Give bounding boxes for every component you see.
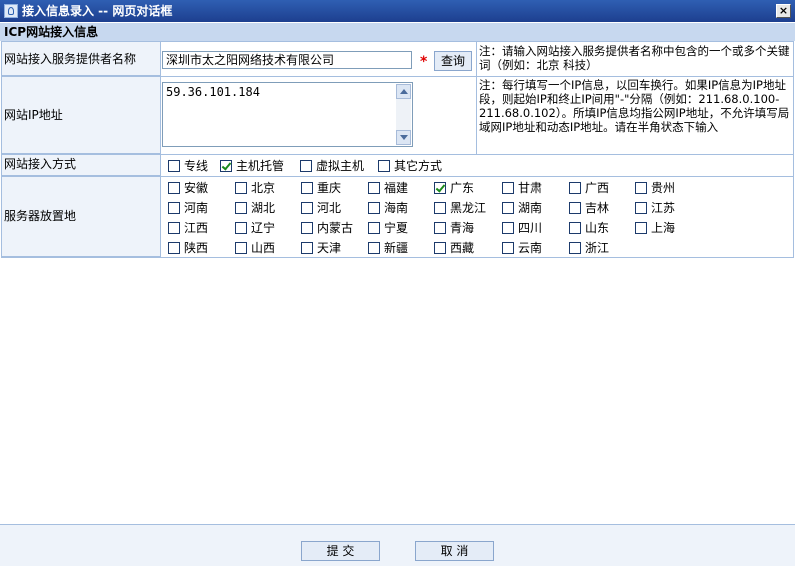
checkbox-unchecked[interactable]	[235, 182, 247, 194]
server-location-label-cell: 服务器放置地	[2, 177, 161, 257]
checkbox-unchecked[interactable]	[301, 182, 313, 194]
checkbox-checked[interactable]	[220, 160, 232, 172]
scroll-up-arrow-icon[interactable]	[396, 84, 411, 99]
checkbox-label: 新疆	[384, 241, 409, 255]
checkbox-label: 山东	[585, 221, 610, 235]
checkbox-unchecked[interactable]	[502, 182, 514, 194]
checkbox-unchecked[interactable]	[235, 202, 247, 214]
close-button[interactable]: ×	[776, 4, 791, 18]
checkbox-label: 虚拟主机	[316, 159, 365, 173]
checkbox-label: 青海	[450, 221, 475, 235]
provider-label-cell: 网站接入服务提供者名称	[2, 42, 161, 76]
icp-form-table: 网站接入服务提供者名称 深圳市太之阳网络技术有限公司 * 查询 注：请输入网站接…	[1, 41, 794, 258]
checkbox-label: 其它方式	[394, 159, 443, 173]
checkbox-checked[interactable]	[434, 182, 446, 194]
checkbox-unchecked[interactable]	[502, 202, 514, 214]
ip-address-value: 59.36.101.184	[166, 85, 260, 99]
checkbox-label: 安徽	[184, 181, 209, 195]
checkbox-unchecked[interactable]	[434, 242, 446, 254]
checkbox-label: 江苏	[651, 201, 676, 215]
scroll-down-arrow-icon[interactable]	[396, 130, 411, 145]
ip-address-textarea[interactable]: 59.36.101.184	[162, 82, 413, 147]
submit-button[interactable]: 提 交	[301, 541, 380, 561]
checkbox-unchecked[interactable]	[301, 242, 313, 254]
checkbox-unchecked[interactable]	[635, 222, 647, 234]
checkbox-unchecked[interactable]	[434, 222, 446, 234]
checkbox-unchecked[interactable]	[635, 202, 647, 214]
checkbox-unchecked[interactable]	[168, 242, 180, 254]
checkbox-unchecked[interactable]	[569, 182, 581, 194]
checkbox-unchecked[interactable]	[635, 182, 647, 194]
checkbox-label: 云南	[518, 241, 543, 255]
provider-name-input[interactable]: 深圳市太之阳网络技术有限公司	[162, 51, 412, 69]
checkbox-label: 江西	[184, 221, 209, 235]
checkbox-label: 山西	[251, 241, 276, 255]
required-mark: *	[420, 54, 428, 70]
checkbox-label: 黑龙江	[450, 201, 487, 215]
section-title: ICP网站接入信息	[0, 23, 795, 41]
checkbox-unchecked[interactable]	[168, 160, 180, 172]
checkbox-unchecked[interactable]	[168, 202, 180, 214]
checkbox-unchecked[interactable]	[434, 202, 446, 214]
ip-note: 注：每行填写一个IP信息，以回车换行。如果IP信息为IP地址段，则起始IP和终止…	[479, 78, 790, 134]
ie-app-icon	[4, 4, 18, 18]
checkbox-unchecked[interactable]	[235, 222, 247, 234]
query-button[interactable]: 查询	[434, 51, 472, 71]
access-method-label: 网站接入方式	[4, 157, 77, 171]
checkbox-unchecked[interactable]	[368, 222, 380, 234]
checkbox-label: 海南	[384, 201, 409, 215]
checkbox-unchecked[interactable]	[368, 182, 380, 194]
checkbox-unchecked[interactable]	[235, 242, 247, 254]
checkbox-unchecked[interactable]	[301, 202, 313, 214]
checkbox-label: 福建	[384, 181, 409, 195]
checkbox-unchecked[interactable]	[168, 182, 180, 194]
checkbox-label: 河南	[184, 201, 209, 215]
checkbox-label: 北京	[251, 181, 276, 195]
checkbox-label: 河北	[317, 201, 342, 215]
checkbox-label: 湖南	[518, 201, 543, 215]
checkbox-unchecked[interactable]	[168, 222, 180, 234]
ip-textarea-scrollbar[interactable]	[396, 84, 411, 145]
checkbox-label: 专线	[184, 159, 209, 173]
checkbox-label: 广西	[585, 181, 610, 195]
server-location-label: 服务器放置地	[4, 209, 77, 223]
checkbox-unchecked[interactable]	[368, 242, 380, 254]
checkbox-label: 天津	[317, 241, 342, 255]
checkbox-label: 湖北	[251, 201, 276, 215]
checkbox-label: 内蒙古	[317, 221, 354, 235]
checkbox-label: 广东	[450, 181, 475, 195]
checkbox-label: 上海	[651, 221, 676, 235]
checkbox-unchecked[interactable]	[378, 160, 390, 172]
checkbox-unchecked[interactable]	[569, 222, 581, 234]
checkbox-label: 四川	[518, 221, 543, 235]
dialog-title-bar: 接入信息录入 -- 网页对话框 ×	[0, 0, 795, 22]
checkbox-unchecked[interactable]	[368, 202, 380, 214]
checkbox-label: 西藏	[450, 241, 475, 255]
checkbox-label: 浙江	[585, 241, 610, 255]
checkbox-label: 陕西	[184, 241, 209, 255]
cancel-button[interactable]: 取 消	[415, 541, 494, 561]
checkbox-label: 甘肃	[518, 181, 543, 195]
checkbox-label: 吉林	[585, 201, 610, 215]
access-method-label-cell: 网站接入方式	[2, 155, 161, 176]
provider-note: 注：请输入网站接入服务提供者名称中包含的一个或多个关键词（例如：北京 科技）	[479, 44, 790, 72]
checkbox-unchecked[interactable]	[301, 222, 313, 234]
checkbox-label: 辽宁	[251, 221, 276, 235]
checkbox-unchecked[interactable]	[569, 242, 581, 254]
checkbox-unchecked[interactable]	[300, 160, 312, 172]
checkbox-unchecked[interactable]	[569, 202, 581, 214]
checkbox-unchecked[interactable]	[502, 242, 514, 254]
provider-label: 网站接入服务提供者名称	[4, 52, 137, 66]
dialog-title: 接入信息录入 -- 网页对话框	[22, 4, 173, 18]
checkbox-label: 贵州	[651, 181, 676, 195]
ip-label: 网站IP地址	[4, 108, 63, 122]
checkbox-label: 重庆	[317, 181, 342, 195]
dialog-footer: 提 交 取 消	[0, 524, 795, 566]
checkbox-unchecked[interactable]	[502, 222, 514, 234]
ip-label-cell: 网站IP地址	[2, 77, 161, 154]
checkbox-label: 宁夏	[384, 221, 409, 235]
checkbox-label: 主机托管	[236, 159, 285, 173]
